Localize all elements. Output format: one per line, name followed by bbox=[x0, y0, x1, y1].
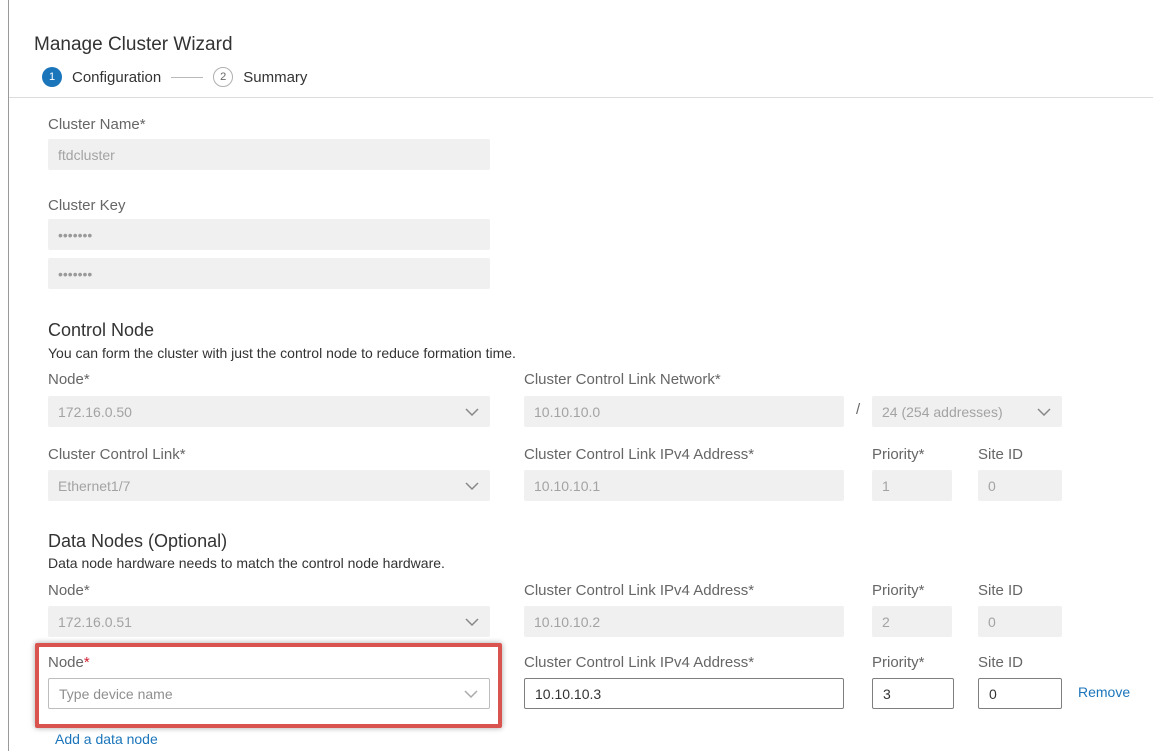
header-divider bbox=[9, 97, 1153, 98]
data-node-2-label: Node* bbox=[48, 654, 90, 671]
control-priority-field[interactable]: 1 bbox=[872, 470, 952, 501]
data-nodes-heading: Data Nodes (Optional) bbox=[48, 531, 228, 551]
data-node-2-priority-label: Priority* bbox=[872, 654, 925, 671]
remove-data-node-link[interactable]: Remove bbox=[1078, 684, 1130, 700]
ccl-network-mask-select[interactable]: 24 (254 addresses) bbox=[872, 396, 1062, 427]
control-node-hint: You can form the cluster with just the c… bbox=[48, 345, 516, 361]
chevron-down-icon bbox=[464, 404, 480, 420]
control-site-id-label: Site ID bbox=[978, 446, 1024, 463]
chevron-down-icon bbox=[463, 686, 479, 702]
ccl-network-slash: / bbox=[856, 401, 861, 418]
step-2-label[interactable]: Summary bbox=[243, 69, 307, 86]
data-node-2-site-id-input[interactable]: 0 bbox=[978, 678, 1062, 709]
data-node-1-priority-label: Priority* bbox=[872, 582, 925, 599]
cluster-name-label: Cluster Name* bbox=[48, 116, 146, 133]
cluster-key-label: Cluster Key bbox=[48, 197, 126, 214]
step-connector bbox=[171, 76, 204, 78]
control-site-id-field[interactable]: 0 bbox=[978, 470, 1062, 501]
data-nodes-hint: Data node hardware needs to match the co… bbox=[48, 555, 445, 571]
data-node-2-site-id-label: Site ID bbox=[978, 654, 1024, 671]
step-1-indicator[interactable]: 1 bbox=[42, 67, 62, 87]
data-node-1-select[interactable]: 172.16.0.51 bbox=[48, 606, 490, 637]
ccl-interface-select[interactable]: Ethernet1/7 bbox=[48, 470, 490, 501]
data-node-1-ccl-ipv4-label: Cluster Control Link IPv4 Address* bbox=[524, 582, 755, 599]
window-left-border bbox=[8, 0, 9, 751]
step-2-indicator[interactable]: 2 bbox=[213, 67, 234, 87]
control-ccl-ipv4-field[interactable]: 10.10.10.1 bbox=[524, 470, 844, 501]
ccl-interface-label: Cluster Control Link* bbox=[48, 446, 186, 463]
cluster-key-confirm-field[interactable]: ••••••• bbox=[48, 258, 490, 289]
ccl-network-label: Cluster Control Link Network* bbox=[524, 371, 721, 388]
control-node-label: Node* bbox=[48, 371, 90, 388]
ccl-network-field[interactable]: 10.10.10.0 bbox=[524, 396, 844, 427]
add-data-node-link[interactable]: Add a data node bbox=[55, 731, 158, 747]
data-node-2-priority-input[interactable]: 3 bbox=[872, 678, 954, 709]
chevron-down-icon bbox=[464, 614, 480, 630]
data-node-1-priority-field[interactable]: 2 bbox=[872, 606, 952, 637]
data-node-1-site-id-field[interactable]: 0 bbox=[978, 606, 1062, 637]
chevron-down-icon bbox=[464, 478, 480, 494]
wizard-title: Manage Cluster Wizard bbox=[34, 34, 233, 55]
cluster-name-field[interactable]: ftdcluster bbox=[48, 139, 490, 170]
control-node-select[interactable]: 172.16.0.50 bbox=[48, 396, 490, 427]
data-node-1-label: Node* bbox=[48, 582, 90, 599]
data-node-1-site-id-label: Site ID bbox=[978, 582, 1024, 599]
control-ccl-ipv4-label: Cluster Control Link IPv4 Address* bbox=[524, 446, 755, 463]
data-node-1-ccl-ipv4-field[interactable]: 10.10.10.2 bbox=[524, 606, 844, 637]
wizard-stepper: 1 Configuration 2 Summary bbox=[42, 66, 307, 88]
data-node-2-ccl-ipv4-input[interactable]: 10.10.10.3 bbox=[524, 678, 844, 709]
step-1-label[interactable]: Configuration bbox=[72, 69, 161, 86]
control-node-heading: Control Node bbox=[48, 320, 155, 340]
data-node-2-ccl-ipv4-label: Cluster Control Link IPv4 Address* bbox=[524, 654, 755, 671]
control-priority-label: Priority* bbox=[872, 446, 925, 463]
cluster-key-field[interactable]: ••••••• bbox=[48, 219, 490, 250]
data-node-2-select[interactable]: Type device name bbox=[48, 678, 490, 709]
chevron-down-icon bbox=[1036, 404, 1052, 420]
